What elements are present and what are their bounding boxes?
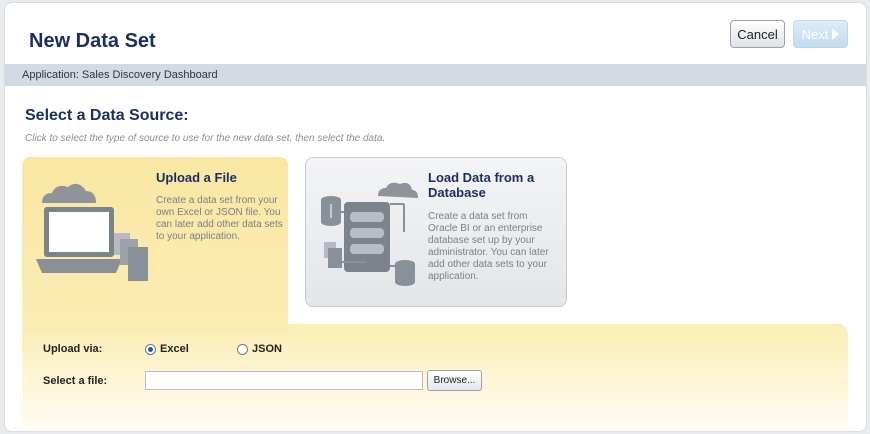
radio-excel-indicator bbox=[145, 343, 156, 355]
dialog-title: New Data Set bbox=[29, 30, 156, 52]
section-heading: Select a Data Source: bbox=[25, 107, 189, 124]
radio-excel-label: Excel bbox=[160, 343, 189, 355]
database-tile-title: Load Data from a Database bbox=[428, 170, 535, 200]
select-file-label: Select a file: bbox=[43, 375, 108, 387]
application-bar: Application: Sales Discovery Dashboard bbox=[5, 64, 866, 86]
next-button-label: Next bbox=[801, 26, 829, 42]
database-network-icon bbox=[321, 182, 418, 286]
upload-tile-description: Create a data set from your own Excel or… bbox=[156, 195, 283, 242]
file-path-input[interactable] bbox=[145, 371, 423, 390]
laptop-cloud-file-icon bbox=[36, 183, 148, 281]
database-tile-description: Create a data set from Oracle BI or an e… bbox=[428, 211, 549, 282]
arrow-right-icon bbox=[832, 28, 840, 40]
radio-excel[interactable]: Excel bbox=[145, 343, 189, 355]
new-data-set-dialog: New Data Set Cancel Next Application: Sa… bbox=[4, 2, 867, 432]
instruction-text: Click to select the type of source to us… bbox=[25, 133, 386, 144]
radio-json[interactable]: JSON bbox=[237, 343, 282, 355]
cancel-button[interactable]: Cancel bbox=[730, 20, 785, 48]
next-button[interactable]: Next bbox=[793, 20, 848, 48]
upload-tile-title: Upload a File bbox=[156, 170, 237, 185]
upload-via-label: Upload via: bbox=[43, 343, 103, 355]
load-database-tile[interactable]: Load Data from a Database Create a data … bbox=[305, 157, 567, 307]
radio-json-indicator bbox=[237, 343, 248, 355]
upload-file-tile[interactable]: Upload a File Create a data set from you… bbox=[22, 157, 288, 332]
browse-button[interactable]: Browse... bbox=[427, 370, 482, 391]
radio-json-label: JSON bbox=[252, 343, 282, 355]
